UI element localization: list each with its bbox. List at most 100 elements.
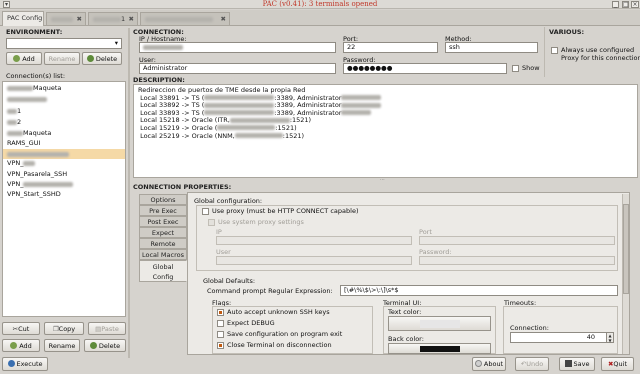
delete-connection-button[interactable]: Delete	[84, 339, 126, 352]
environment-select[interactable]: ▾	[6, 38, 122, 49]
rename-connection-button[interactable]: Rename	[44, 339, 80, 352]
add-connection-button[interactable]: Add	[2, 339, 40, 352]
user-field[interactable]: Administrator	[139, 63, 336, 74]
tab-terminal-2[interactable]: 1 ✖	[88, 12, 138, 25]
proxy-port-field[interactable]	[419, 236, 615, 245]
password-field[interactable]: ●●●●●●●●	[343, 63, 507, 74]
env-rename-button[interactable]: Rename	[44, 52, 80, 65]
tab-remote-macros[interactable]: Remote Macros	[139, 238, 187, 258]
close-tab-icon[interactable]: ✖	[221, 15, 226, 23]
paste-button[interactable]: ▤Paste	[88, 322, 126, 335]
global-config-label: Global configuration:	[194, 197, 263, 205]
cut-button[interactable]: ✂Cut	[2, 322, 40, 335]
about-button[interactable]: About	[472, 357, 506, 371]
connection-timeout-field[interactable]: 40	[510, 332, 608, 343]
text-color-button[interactable]	[388, 316, 491, 331]
properties-scrollbar[interactable]	[622, 194, 629, 354]
list-item[interactable]: Maqueta	[7, 84, 61, 93]
use-system-proxy-checkbox[interactable]	[208, 219, 215, 226]
description-line: Redireccion de puertos de TME desde la p…	[138, 86, 306, 94]
splitter-handle[interactable]: ···	[380, 178, 388, 183]
env-add-button[interactable]: Add	[6, 52, 42, 65]
list-item[interactable]: 1	[7, 107, 21, 116]
use-system-proxy-label: Use system proxy settings	[218, 218, 304, 226]
copy-button[interactable]: ❐Copy	[44, 322, 84, 335]
close-tab-icon[interactable]: ✖	[129, 15, 134, 23]
tab-post-exec[interactable]: Post Exec	[139, 216, 187, 227]
always-use-proxy-label: Always use configured	[561, 46, 635, 54]
use-proxy-label: Use proxy (must be HTTP CONNECT capable)	[212, 207, 359, 215]
add-icon	[13, 55, 21, 62]
tab-pre-exec[interactable]: Pre Exec	[139, 205, 187, 216]
close-terminal-on-disconnect-checkbox[interactable]	[217, 342, 224, 349]
info-icon	[474, 360, 482, 367]
scrollbar-thumb[interactable]	[623, 204, 629, 294]
proxy-password-label: Password:	[419, 248, 452, 256]
pane-divider[interactable]	[128, 28, 130, 358]
divider	[544, 27, 545, 77]
save-config-on-exit-label: Save configuration on program exit	[227, 330, 343, 338]
save-button[interactable]: Save	[559, 357, 595, 371]
tab-terminal-3[interactable]: ✖	[140, 12, 230, 25]
list-item[interactable]: 2	[7, 118, 21, 127]
proxy-user-label: User	[216, 248, 231, 256]
maximize-icon[interactable]: □	[622, 1, 629, 8]
description-line: Local 33891 -> TS (:3389, Administrator	[138, 94, 633, 103]
save-icon	[564, 360, 572, 367]
add-icon	[10, 342, 18, 349]
undo-button[interactable]: ↶Undo	[515, 357, 549, 371]
quit-button[interactable]: ✖Quit	[601, 357, 634, 371]
tab-local-macros[interactable]: Local Macros	[139, 249, 187, 260]
use-proxy-checkbox[interactable]	[202, 208, 209, 215]
prompt-regex-label: Command prompt Regular Expression:	[207, 287, 333, 295]
delete-icon	[89, 342, 97, 349]
list-item[interactable]: VPN_Start_SSHD	[7, 190, 61, 199]
tab-options[interactable]: Options	[139, 194, 187, 205]
save-config-on-exit-checkbox[interactable]	[217, 331, 224, 338]
list-item[interactable]: VPN_Pasarela_SSH	[7, 170, 67, 179]
back-color-button[interactable]	[388, 343, 491, 354]
execute-button[interactable]: Execute	[2, 357, 48, 371]
selected-list-item[interactable]	[3, 149, 125, 159]
window-menu-icon[interactable]: ▾	[3, 1, 10, 8]
prompt-regex-field[interactable]: [\#\%\$\>\:\]\s*$	[340, 285, 618, 296]
list-item[interactable]	[7, 95, 47, 104]
list-item[interactable]: VPN_	[7, 180, 74, 189]
always-use-proxy-label-2: Proxy for this connection	[561, 54, 640, 62]
properties-heading: CONNECTION PROPERTIES:	[133, 183, 232, 191]
list-item[interactable]: Maqueta	[7, 129, 51, 138]
close-tab-icon[interactable]: ✖	[77, 15, 82, 23]
tab-global-config[interactable]: Global Config	[139, 260, 187, 282]
proxy-password-field[interactable]	[419, 256, 615, 265]
ip-field[interactable]	[139, 42, 336, 53]
list-item[interactable]: RAMS_GUI	[7, 139, 40, 148]
minimize-icon[interactable]: _	[612, 1, 619, 8]
chevron-down-icon: ▾	[114, 39, 118, 47]
description-textarea[interactable]: Redireccion de puertos de TME desde la p…	[133, 84, 638, 178]
connection-list: Maqueta 1 2 Maqueta RAMS_GUI VPN_ VPN_Pa…	[2, 81, 126, 317]
show-password-label: Show	[522, 64, 540, 72]
close-terminal-on-disconnect-label: Close Terminal on disconnection	[227, 341, 332, 349]
proxy-ip-field[interactable]	[216, 236, 412, 245]
method-field[interactable]: ssh	[445, 42, 538, 53]
connections-label: Connection(s) list:	[6, 72, 66, 80]
list-item[interactable]: VPN_	[7, 159, 36, 168]
window-titlebar: PAC (v0.41): 3 terminals opened ▾ _ □ ×	[0, 0, 640, 9]
close-window-icon[interactable]: ×	[631, 1, 639, 8]
tab-expect[interactable]: Expect	[139, 227, 187, 238]
text-color-swatch	[419, 320, 460, 328]
auto-accept-ssh-keys-checkbox[interactable]	[217, 309, 224, 316]
various-heading: VARIOUS:	[549, 28, 585, 36]
show-password-checkbox[interactable]	[512, 65, 519, 72]
tab-pac-config[interactable]: PAC Config	[2, 11, 44, 26]
always-use-proxy-checkbox[interactable]	[551, 47, 558, 54]
back-color-swatch	[419, 346, 460, 352]
env-delete-button[interactable]: Delete	[82, 52, 122, 65]
tab-terminal-1[interactable]: ✖	[46, 12, 86, 25]
expect-debug-checkbox[interactable]	[217, 320, 224, 327]
description-line: Local 33892 -> TS (:3389, Administrator	[138, 101, 633, 110]
text-color-label: Text color:	[388, 308, 422, 316]
proxy-user-field[interactable]	[216, 256, 412, 265]
timeout-stepper[interactable]: ▲ ▼	[606, 332, 614, 343]
port-field[interactable]: 22	[343, 42, 438, 53]
